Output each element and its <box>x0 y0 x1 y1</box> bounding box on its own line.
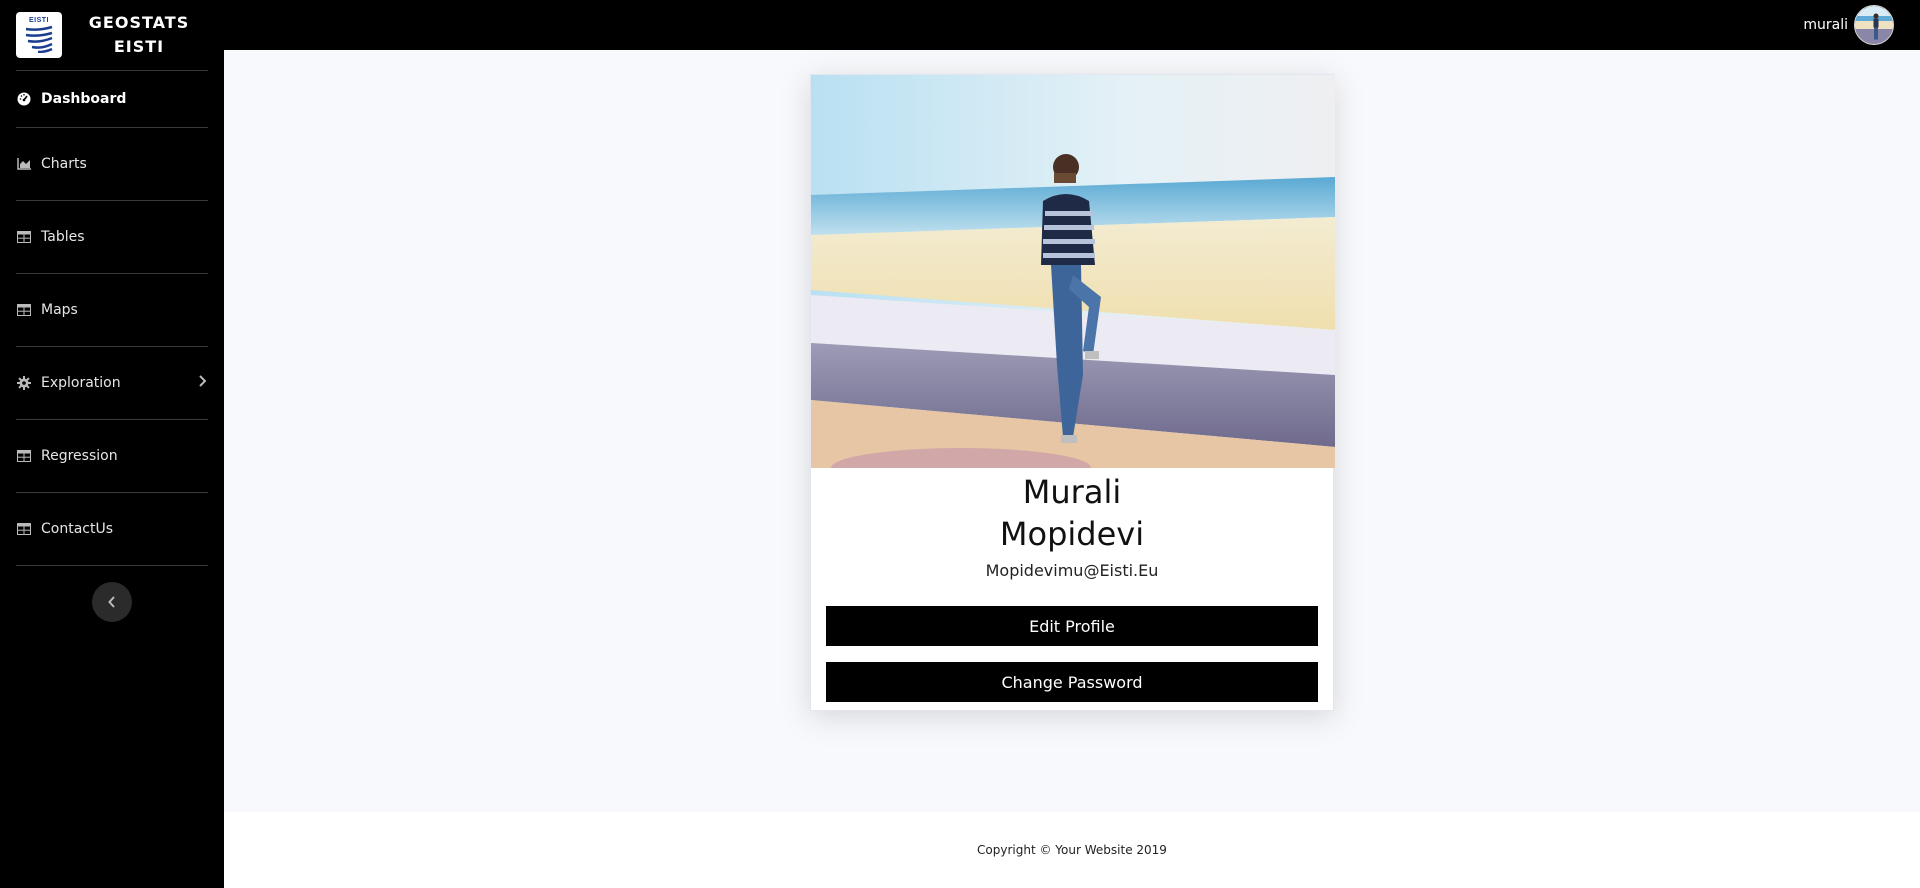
table-icon <box>16 521 32 537</box>
sidebar-item-exploration[interactable]: Exploration <box>0 347 224 419</box>
brand-line-2: EISTI <box>113 37 165 56</box>
sidebar-item-maps[interactable]: Maps <box>0 274 224 346</box>
profile-email: Mopidevimu@Eisti.Eu <box>985 561 1159 580</box>
sidebar-item-label: ContactUs <box>41 521 114 537</box>
sidebar-item-contactus[interactable]: ContactUs <box>0 493 224 565</box>
brand-title: GEOSTATS EISTI <box>62 11 224 59</box>
sidebar-toggle-wrap <box>0 566 224 622</box>
avatar[interactable] <box>1854 5 1894 45</box>
brand-line-1: GEOSTATS <box>88 13 190 32</box>
sidebar-item-label: Tables <box>41 229 85 245</box>
sidebar-toggle-button[interactable] <box>92 582 132 622</box>
sidebar-item-regression[interactable]: Regression <box>0 420 224 492</box>
eisti-logo: EISTI <box>16 12 62 58</box>
gear-icon <box>16 375 32 391</box>
profile-first-name: Murali <box>1022 473 1122 511</box>
sidebar-item-label: Maps <box>41 302 78 318</box>
profile-photo <box>811 75 1335 468</box>
profile-name: Murali Mopidevi <box>811 471 1333 555</box>
edit-profile-button[interactable]: Edit Profile <box>826 606 1318 646</box>
brand[interactable]: EISTI GEOSTATS EISTI <box>0 0 224 70</box>
table-icon <box>16 448 32 464</box>
area-chart-icon <box>16 156 32 172</box>
sidebar: EISTI GEOSTATS EISTI Dashboard Charts Ta… <box>0 0 224 888</box>
sidebar-item-dashboard[interactable]: Dashboard <box>0 71 224 127</box>
logo-text: EISTI <box>28 17 49 24</box>
sidebar-item-label: Dashboard <box>41 91 127 107</box>
main-content: Murali Mopidevi Mopidevimu@Eisti.Eu Edit… <box>224 50 1920 812</box>
table-icon <box>16 302 32 318</box>
footer: Copyright © Your Website 2019 <box>224 812 1920 888</box>
sidebar-item-label: Exploration <box>41 375 121 391</box>
copyright-text: Copyright © Your Website 2019 <box>977 843 1167 857</box>
tachometer-icon <box>16 91 32 107</box>
sidebar-item-tables[interactable]: Tables <box>0 201 224 273</box>
profile-last-name: Mopidevi <box>999 515 1145 553</box>
user-name[interactable]: murali <box>1803 17 1848 33</box>
sidebar-item-charts[interactable]: Charts <box>0 128 224 200</box>
profile-card: Murali Mopidevi Mopidevimu@Eisti.Eu Edit… <box>810 74 1335 711</box>
chevron-right-icon <box>198 375 207 391</box>
chevron-left-icon <box>108 596 115 608</box>
sidebar-item-label: Charts <box>41 156 87 172</box>
change-password-button[interactable]: Change Password <box>826 662 1318 702</box>
sidebar-item-label: Regression <box>41 448 118 464</box>
logo-waves-icon <box>25 25 53 53</box>
table-icon <box>16 229 32 245</box>
topbar: murali <box>224 0 1920 50</box>
